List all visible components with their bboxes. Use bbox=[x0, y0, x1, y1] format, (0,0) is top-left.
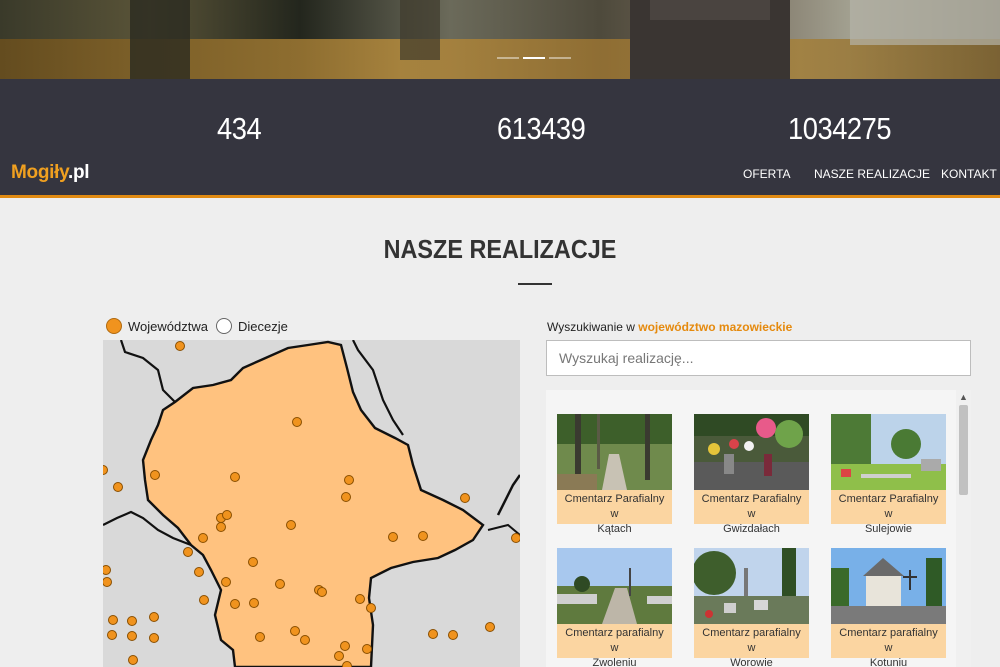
header-band: 434 613439 1034275 Mogiły.pl OFERTA NASZ… bbox=[0, 79, 1000, 198]
search-label-prefix: Wyszukiwanie w bbox=[547, 320, 635, 334]
nav-kontakt[interactable]: KONTAKT bbox=[941, 167, 997, 181]
result-title: Cmentarz parafialny w bbox=[839, 627, 938, 654]
result-title: Cmentarz Parafialny w bbox=[838, 493, 939, 520]
result-card[interactable]: Cmentarz Parafialny w Sulejowie bbox=[831, 414, 946, 535]
map-mode-toggle: Województwa Diecezje bbox=[106, 318, 296, 334]
search-input[interactable] bbox=[546, 340, 971, 376]
stat-2: 613439 bbox=[497, 111, 586, 146]
result-card[interactable]: Cmentarz parafialny w Kotuniu bbox=[831, 548, 946, 667]
scroll-up-icon[interactable]: ▲ bbox=[956, 390, 971, 404]
scrollbar-thumb[interactable] bbox=[959, 405, 968, 495]
slider-dot-1[interactable] bbox=[497, 57, 519, 59]
nav-nasze-realizacje[interactable]: NASZE REALIZACJE bbox=[814, 167, 930, 181]
radio-diecezje-label: Diecezje bbox=[237, 318, 288, 334]
slider-dot-3[interactable] bbox=[549, 57, 571, 59]
results-list: Cmentarz Parafialny w Kątach Cmentarz Pa… bbox=[546, 390, 971, 667]
result-place: Sulejowie bbox=[864, 523, 913, 535]
result-thumbnail bbox=[557, 414, 672, 490]
result-title: Cmentarz parafialny w bbox=[702, 627, 801, 654]
logo-name: Mogiły bbox=[11, 162, 68, 183]
stat-1: 434 bbox=[217, 111, 262, 146]
title-divider bbox=[518, 283, 552, 285]
result-place: Gwizdałach bbox=[723, 523, 780, 535]
slider-dots bbox=[497, 57, 571, 59]
result-card[interactable]: Cmentarz Parafialny w Gwizdałach bbox=[694, 414, 809, 535]
main-nav: OFERTA bbox=[743, 167, 791, 181]
radio-wojewodztwa-label: Województwa bbox=[128, 318, 208, 334]
result-card[interactable]: Cmentarz parafialny w Zwoleniu bbox=[557, 548, 672, 667]
logo-tld: .pl bbox=[67, 162, 90, 183]
nav-oferta[interactable]: OFERTA bbox=[743, 167, 791, 181]
radio-diecezje[interactable] bbox=[215, 318, 232, 334]
stat-3: 1034275 bbox=[788, 111, 892, 146]
result-title: Cmentarz parafialny w bbox=[565, 627, 664, 654]
result-place: Kątach bbox=[597, 523, 632, 535]
result-title: Cmentarz Parafialny w bbox=[701, 493, 802, 520]
result-place: Worowie bbox=[730, 657, 773, 667]
hero-slider bbox=[0, 0, 1000, 79]
result-title: Cmentarz Parafialny w bbox=[564, 493, 665, 520]
site-logo[interactable]: Mogiły.pl bbox=[11, 162, 90, 184]
region-map[interactable] bbox=[103, 340, 520, 667]
search-heading: Wyszukiwanie w województwo mazowieckie bbox=[547, 320, 792, 334]
slider-dot-2[interactable] bbox=[523, 57, 545, 59]
search-region-link[interactable]: województwo mazowieckie bbox=[638, 320, 792, 334]
section-title: NASZE REALIZACJE bbox=[383, 234, 617, 264]
result-card[interactable]: Cmentarz parafialny w Worowie bbox=[694, 548, 809, 667]
result-place: Zwoleniu bbox=[592, 657, 637, 667]
result-place: Kotuniu bbox=[869, 657, 908, 667]
results-scrollbar[interactable]: ▲ bbox=[956, 390, 971, 667]
result-card[interactable]: Cmentarz Parafialny w Kątach bbox=[557, 414, 672, 535]
radio-wojewodztwa[interactable] bbox=[106, 318, 122, 334]
